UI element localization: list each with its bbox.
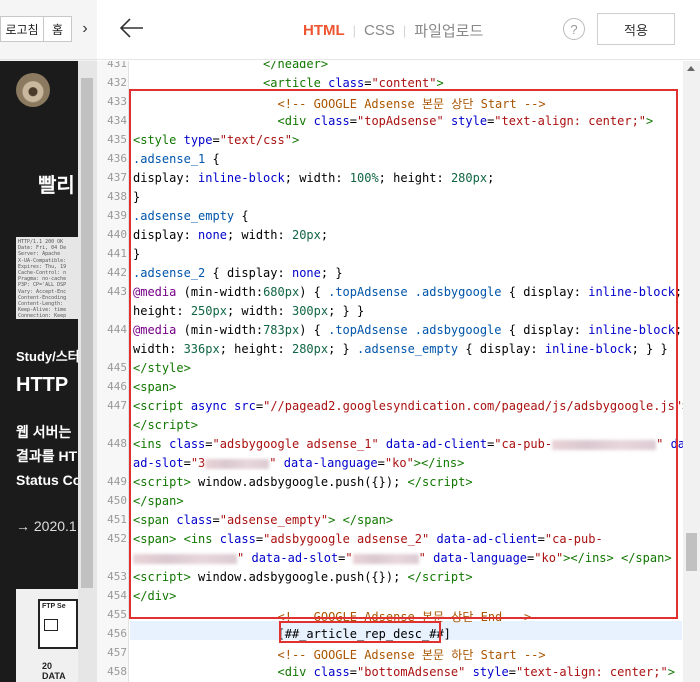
line-number: 432	[107, 76, 127, 89]
blog-preview: 빨리 HTTP/1.1 200 OK Date: Fri, 04 De Serv…	[0, 61, 78, 682]
line-number: 457	[107, 646, 127, 659]
line-number: 441	[107, 247, 127, 260]
preview-category: Study/스터	[16, 349, 78, 364]
code-line: </header>	[263, 61, 329, 71]
preview-toolbar: 로고침 홈 ›	[0, 0, 97, 60]
line-number: 442	[107, 266, 127, 279]
line-number: 447	[107, 399, 127, 412]
monitor-icon	[44, 619, 58, 631]
home-button[interactable]: 홈	[44, 16, 72, 42]
editor-scrollbar[interactable]	[683, 61, 700, 682]
help-icon[interactable]: ?	[563, 18, 585, 40]
preview-post-heading: HTTP	[16, 374, 69, 396]
line-number: 452	[107, 532, 127, 545]
preview-panel: 로고침 홈 › 빨리 HTTP/1.1 200 OK Date: Fri, 04…	[0, 0, 97, 682]
tab-html[interactable]: HTML	[303, 22, 345, 39]
replace-token-highlight-box	[279, 621, 441, 643]
preview-post-desc: 웹 서버는 결과를 HT Status Co	[16, 420, 78, 492]
line-number: 437	[107, 171, 127, 184]
card-text: 20 DATA	[42, 661, 66, 681]
code-line: <!-- GOOGLE Adsense 본문 하단 Start -->	[277, 648, 546, 662]
line-number: 456	[107, 627, 127, 640]
editor-scrollbar-thumb[interactable]	[686, 533, 697, 571]
line-number: 455	[107, 608, 127, 621]
line-number: 445	[107, 361, 127, 374]
line-number: 433	[107, 95, 127, 108]
preview-post-date: → 2020.1	[16, 518, 77, 534]
card-text-line: DATA	[42, 671, 66, 681]
scroll-up-icon[interactable]	[687, 66, 695, 71]
chevron-right-icon[interactable]: ›	[78, 18, 92, 40]
code-line: <article class="content">	[263, 76, 444, 90]
line-number: 444	[107, 323, 127, 336]
code-line: <div class="bottomAdsense" style="text-a…	[277, 665, 675, 679]
card-text-line: 20	[42, 661, 53, 671]
apply-button[interactable]: 적용	[597, 13, 675, 45]
line-number: 434	[107, 114, 127, 127]
preview-http-thumbnail: HTTP/1.1 200 OK Date: Fri, 04 De Server:…	[16, 237, 78, 319]
line-number: 443	[107, 285, 127, 298]
preview-blog-title: 빨리	[38, 175, 75, 197]
tab-divider: |	[352, 23, 357, 38]
line-number: 436	[107, 152, 127, 165]
avatar	[16, 73, 50, 107]
tab-divider: |	[402, 23, 407, 38]
preview-scrollbar-thumb[interactable]	[81, 78, 93, 588]
line-number: 446	[107, 380, 127, 393]
preview-desc-line: 결과를 HT	[16, 448, 78, 464]
line-number: 449	[107, 475, 127, 488]
editor-tabs: HTML | CSS | 파일업로드	[303, 20, 483, 41]
line-number: 435	[107, 133, 127, 146]
line-number: 431	[107, 61, 127, 70]
ftp-diagram-thumbnail: FTP Se	[38, 599, 78, 649]
tab-css[interactable]: CSS	[364, 22, 395, 39]
preview-related-card: FTP Se 20 DATA	[16, 589, 78, 682]
back-arrow-icon[interactable]	[119, 15, 145, 41]
preview-desc-line: 웹 서버는	[16, 424, 72, 440]
ftp-label: FTP Se	[42, 603, 66, 610]
line-number: 439	[107, 209, 127, 222]
line-number: 454	[107, 589, 127, 602]
line-number: 450	[107, 494, 127, 507]
line-number: 453	[107, 570, 127, 583]
line-number: 448	[107, 437, 127, 450]
line-number: 451	[107, 513, 127, 526]
line-number: 440	[107, 228, 127, 241]
tab-file-upload[interactable]: 파일업로드	[414, 20, 483, 41]
selection-highlight-box	[129, 89, 678, 619]
line-number: 458	[107, 665, 127, 678]
refresh-button[interactable]: 로고침	[0, 16, 44, 42]
editor-header: HTML | CSS | 파일업로드 ? 적용	[97, 0, 700, 60]
preview-desc-line: Status Co	[16, 472, 78, 488]
line-number: 438	[107, 190, 127, 203]
